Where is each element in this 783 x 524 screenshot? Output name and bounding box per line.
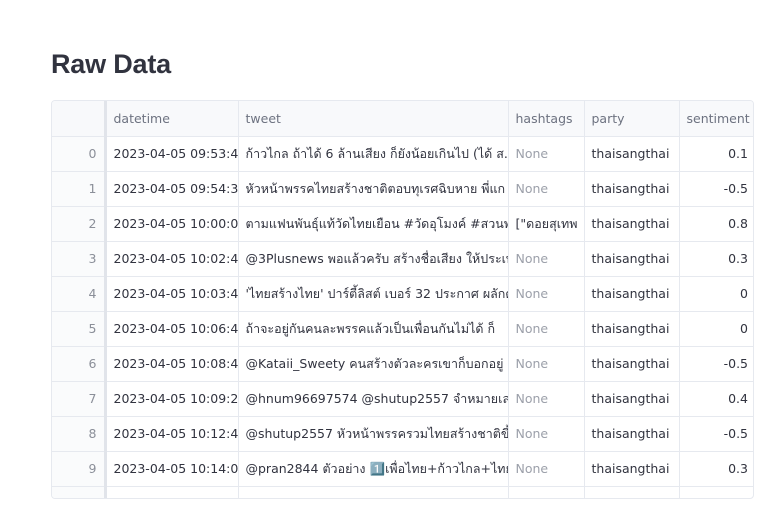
hashtags-cell[interactable]: None <box>508 346 585 382</box>
hashtags-cell[interactable]: None <box>508 136 585 172</box>
table-row-partial <box>52 486 753 498</box>
party-cell[interactable]: thaisangthai <box>584 311 680 347</box>
tweet-cell[interactable]: @hnum96697574 @shutup2557 จำหมายเลขพรรค <box>238 381 509 417</box>
sentiment-cell[interactable]: 0.3 <box>679 241 753 277</box>
datetime-cell[interactable]: 2023-04-05 10:02:48 <box>105 241 239 277</box>
row-index-cell[interactable]: 7 <box>52 381 107 417</box>
party-cell[interactable]: thaisangthai <box>584 346 680 382</box>
sentiment-cell[interactable]: 0.8 <box>679 206 753 242</box>
column-header-sentiment[interactable]: sentiment <box>679 101 753 137</box>
table-row[interactable]: 5 2023-04-05 10:06:48 ถ้าจะอยู่กันคนละพรรค… <box>52 311 753 347</box>
hashtags-cell[interactable]: None <box>508 416 585 452</box>
empty-cell <box>679 486 753 498</box>
empty-cell <box>105 486 239 498</box>
row-index-cell[interactable]: 8 <box>52 416 107 452</box>
hashtags-cell[interactable]: None <box>508 311 585 347</box>
datetime-cell[interactable]: 2023-04-05 10:00:00 <box>105 206 239 242</box>
party-cell[interactable]: thaisangthai <box>584 136 680 172</box>
hashtags-cell[interactable]: None <box>508 171 585 207</box>
tweet-cell[interactable]: ก้าวไกล ถ้าได้ 6 ล้านเสียง ก็ยังน้อยเกิน… <box>238 136 509 172</box>
column-header-hashtags[interactable]: hashtags <box>508 101 585 137</box>
table-row[interactable]: 0 2023-04-05 09:53:40 ก้าวไกล ถ้าได้ 6 ล้า… <box>52 136 753 172</box>
datetime-cell[interactable]: 2023-04-05 10:06:48 <box>105 311 239 347</box>
table-row[interactable]: 6 2023-04-05 10:08:43 @Kataii_Sweety คนสร้… <box>52 346 753 382</box>
row-index-cell[interactable]: 3 <box>52 241 107 277</box>
table-row[interactable]: 8 2023-04-05 10:12:49 @shutup2557 หัวหน้าพ… <box>52 416 753 452</box>
party-cell[interactable]: thaisangthai <box>584 206 680 242</box>
party-cell[interactable]: thaisangthai <box>584 416 680 452</box>
sentiment-cell[interactable]: 0 <box>679 311 753 347</box>
row-index-cell[interactable]: 6 <box>52 346 107 382</box>
table-row[interactable]: 1 2023-04-05 09:54:38 หัวหน้าพรรคไทยสร้างช… <box>52 171 753 207</box>
datetime-cell[interactable]: 2023-04-05 09:53:40 <box>105 136 239 172</box>
row-index-cell[interactable]: 5 <box>52 311 107 347</box>
table-row[interactable]: 2 2023-04-05 10:00:00 ตามแฟนพันธุ์แท้วัดไท… <box>52 206 753 242</box>
data-table-frame[interactable]: datetime tweet hashtags party sentiment … <box>51 100 754 499</box>
datetime-cell[interactable]: 2023-04-05 10:12:49 <box>105 416 239 452</box>
tweet-cell[interactable]: หัวหน้าพรรคไทยสร้างชาติตอบทุเรศฉิบหาย พี… <box>238 171 509 207</box>
data-table: datetime tweet hashtags party sentiment … <box>52 101 753 498</box>
row-index-cell[interactable]: 2 <box>52 206 107 242</box>
empty-cell <box>508 486 585 498</box>
party-cell[interactable]: thaisangthai <box>584 171 680 207</box>
tweet-cell[interactable]: ตามแฟนพันธุ์แท้วัดไทยเยือน #วัดอุโมงค์ #… <box>238 206 509 242</box>
hashtags-cell[interactable]: None <box>508 451 585 487</box>
datetime-cell[interactable]: 2023-04-05 10:08:43 <box>105 346 239 382</box>
row-index-cell[interactable]: 4 <box>52 276 107 312</box>
party-cell[interactable]: thaisangthai <box>584 241 680 277</box>
tweet-cell[interactable]: 'ไทยสร้างไทย' ปาร์ตี้ลิสต์ เบอร์ 32 ประก… <box>238 276 509 312</box>
row-index-cell[interactable]: 9 <box>52 451 107 487</box>
datetime-cell[interactable]: 2023-04-05 10:03:49 <box>105 276 239 312</box>
datetime-cell[interactable]: 2023-04-05 10:09:21 <box>105 381 239 417</box>
party-cell[interactable]: thaisangthai <box>584 451 680 487</box>
tweet-cell[interactable]: @Kataii_Sweety คนสร้างตัวละครเขาก็บอกอยู… <box>238 346 509 382</box>
table-row[interactable]: 9 2023-04-05 10:14:01 @pran2844 ตัวอย่าง 1… <box>52 451 753 487</box>
datetime-cell[interactable]: 2023-04-05 10:14:01 <box>105 451 239 487</box>
sentiment-cell[interactable]: 0.1 <box>679 136 753 172</box>
row-index-cell[interactable]: 1 <box>52 171 107 207</box>
sentiment-cell[interactable]: -0.5 <box>679 171 753 207</box>
empty-cell <box>238 486 509 498</box>
tweet-cell[interactable]: @shutup2557 หัวหน้าพรรครวมไทยสร้างชาติขึ… <box>238 416 509 452</box>
tweet-cell[interactable]: @3Plusnews พอแล้วครับ สร้างชื่อเสียง ให้… <box>238 241 509 277</box>
hashtags-cell[interactable]: ["ดอยสุเทพ <box>508 206 585 242</box>
column-header-datetime[interactable]: datetime <box>105 101 239 137</box>
sentiment-cell[interactable]: 0.3 <box>679 451 753 487</box>
hashtags-cell[interactable]: None <box>508 381 585 417</box>
column-header-party[interactable]: party <box>584 101 680 137</box>
party-cell[interactable]: thaisangthai <box>584 381 680 417</box>
datetime-cell[interactable]: 2023-04-05 09:54:38 <box>105 171 239 207</box>
tweet-cell[interactable]: @pran2844 ตัวอย่าง 1️⃣เพื่อไทย+ก้าวไกล+ไ… <box>238 451 509 487</box>
sentiment-cell[interactable]: -0.5 <box>679 416 753 452</box>
header-row: datetime tweet hashtags party sentiment <box>52 101 753 137</box>
column-header-index[interactable] <box>52 101 107 137</box>
empty-cell <box>584 486 680 498</box>
party-cell[interactable]: thaisangthai <box>584 276 680 312</box>
row-index-cell[interactable]: 0 <box>52 136 107 172</box>
table-row[interactable]: 7 2023-04-05 10:09:21 @hnum96697574 @shutu… <box>52 381 753 417</box>
hashtags-cell[interactable]: None <box>508 241 585 277</box>
tweet-cell[interactable]: ถ้าจะอยู่กันคนละพรรคแล้วเป็นเพื่อนกันไม่… <box>238 311 509 347</box>
empty-cell <box>52 486 107 498</box>
sentiment-cell[interactable]: 0.4 <box>679 381 753 417</box>
table-row[interactable]: 3 2023-04-05 10:02:48 @3Plusnews พอแล้วครั… <box>52 241 753 277</box>
column-header-tweet[interactable]: tweet <box>238 101 509 137</box>
sentiment-cell[interactable]: 0 <box>679 276 753 312</box>
sentiment-cell[interactable]: -0.5 <box>679 346 753 382</box>
page-title: Raw Data <box>51 49 171 79</box>
hashtags-cell[interactable]: None <box>508 276 585 312</box>
table-row[interactable]: 4 2023-04-05 10:03:49 'ไทยสร้างไทย' ปาร์ตี… <box>52 276 753 312</box>
